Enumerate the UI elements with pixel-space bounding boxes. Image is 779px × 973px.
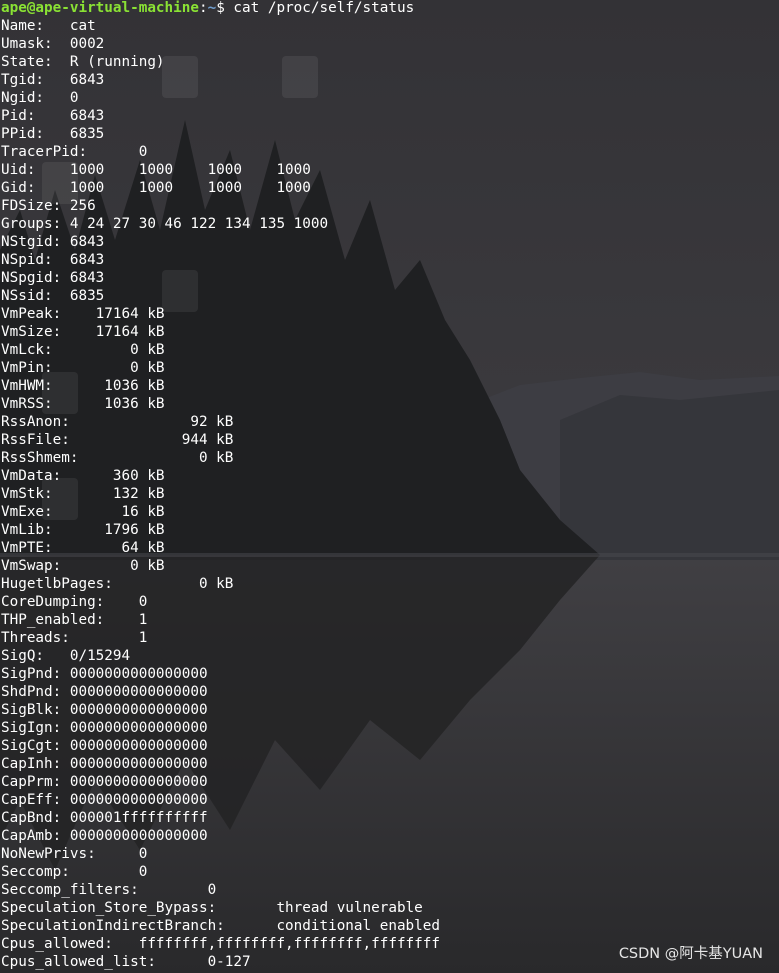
status-line: TracerPid: 0 — [1, 144, 148, 160]
status-line: NoNewPrivs: 0 — [1, 846, 148, 862]
prompt-path: ~ — [207, 0, 217, 16]
status-line: SigPnd: 0000000000000000 — [1, 666, 208, 682]
status-line: Umask: 0002 — [1, 36, 105, 52]
status-line: HugetlbPages: 0 kB — [1, 576, 234, 592]
status-line: RssShmem: 0 kB — [1, 450, 234, 466]
terminal-output: ape@ape-virtual-machine:~$ cat /proc/sel… — [1, 0, 440, 971]
status-line: SpeculationIndirectBranch: conditional e… — [1, 918, 440, 934]
status-line: SigIgn: 0000000000000000 — [1, 720, 208, 736]
status-line: SigBlk: 0000000000000000 — [1, 702, 208, 718]
status-line: Threads: 1 — [1, 630, 148, 646]
status-line: Gid: 1000 1000 1000 1000 — [1, 180, 311, 196]
status-line: THP_enabled: 1 — [1, 612, 148, 628]
status-line: VmPin: 0 kB — [1, 360, 165, 376]
status-line: VmPeak: 17164 kB — [1, 306, 165, 322]
status-line: VmLib: 1796 kB — [1, 522, 165, 538]
status-line: Speculation_Store_Bypass: thread vulnera… — [1, 900, 423, 916]
status-line: VmRSS: 1036 kB — [1, 396, 165, 412]
status-line: VmSwap: 0 kB — [1, 558, 165, 574]
status-line: NSsid: 6835 — [1, 288, 105, 304]
status-line: NSpid: 6843 — [1, 252, 105, 268]
status-line: FDSize: 256 — [1, 198, 96, 214]
status-line: Pid: 6843 — [1, 108, 105, 124]
status-line: VmPTE: 64 kB — [1, 540, 165, 556]
status-line: VmHWM: 1036 kB — [1, 378, 165, 394]
prompt-separator: : — [198, 0, 208, 16]
status-line: Name: cat — [1, 18, 96, 34]
status-line: VmStk: 132 kB — [1, 486, 165, 502]
status-line: CapBnd: 000001ffffffffff — [1, 810, 208, 826]
status-line: Cpus_allowed_list: 0-127 — [1, 954, 251, 970]
csdn-watermark: CSDN @阿卡基YUAN — [618, 946, 763, 962]
status-line: NSpgid: 6843 — [1, 270, 105, 286]
status-line: CapAmb: 0000000000000000 — [1, 828, 208, 844]
status-line: RssAnon: 92 kB — [1, 414, 234, 430]
status-line: PPid: 6835 — [1, 126, 105, 142]
status-line: Tgid: 6843 — [1, 72, 105, 88]
status-line: VmLck: 0 kB — [1, 342, 165, 358]
status-lines: Name: cat Umask: 0002 State: R (running) Tg… — [1, 17, 440, 971]
terminal-window[interactable]: ape@ape-virtual-machine:~$ cat /proc/sel… — [0, 0, 779, 973]
status-line: VmSize: 17164 kB — [1, 324, 165, 340]
prompt-command: cat /proc/self/status — [233, 0, 415, 16]
status-line: SigCgt: 0000000000000000 — [1, 738, 208, 754]
status-line: VmData: 360 kB — [1, 468, 165, 484]
status-line: RssFile: 944 kB — [1, 432, 234, 448]
status-line: CapPrm: 0000000000000000 — [1, 774, 208, 790]
status-line: Uid: 1000 1000 1000 1000 — [1, 162, 311, 178]
status-line: Ngid: 0 — [1, 90, 79, 106]
status-line: Cpus_allowed: ffffffff,ffffffff,ffffffff… — [1, 936, 440, 952]
status-line: CoreDumping: 0 — [1, 594, 148, 610]
status-line: Groups: 4 24 27 30 46 122 134 135 1000 — [1, 216, 329, 232]
prompt-line: ape@ape-virtual-machine:~$ cat /proc/sel… — [1, 0, 440, 17]
status-line: CapEff: 0000000000000000 — [1, 792, 208, 808]
status-line: State: R (running) — [1, 54, 165, 70]
status-line: Seccomp_filters: 0 — [1, 882, 217, 898]
status-line: SigQ: 0/15294 — [1, 648, 131, 664]
status-line: ShdPnd: 0000000000000000 — [1, 684, 208, 700]
prompt-user-host: ape@ape-virtual-machine — [1, 0, 199, 16]
status-line: CapInh: 0000000000000000 — [1, 756, 208, 772]
status-line: Seccomp: 0 — [1, 864, 148, 880]
status-line: VmExe: 16 kB — [1, 504, 165, 520]
status-line: NStgid: 6843 — [1, 234, 105, 250]
prompt-symbol: $ — [216, 0, 234, 16]
